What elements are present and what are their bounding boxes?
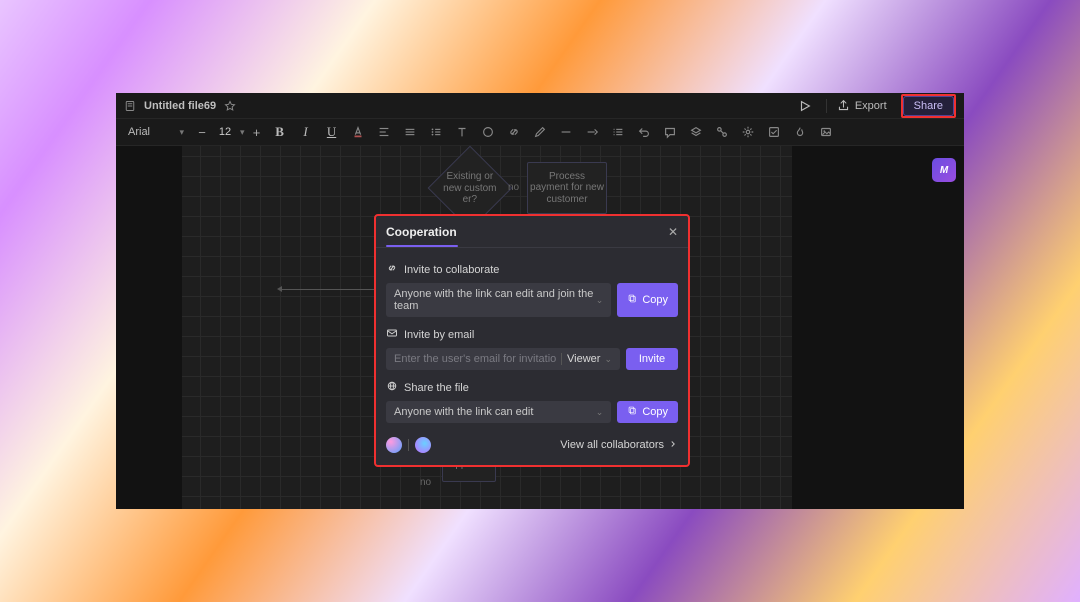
copy-label: Copy xyxy=(642,406,668,418)
share-permission-value: Anyone with the link can edit xyxy=(394,406,533,418)
link-permission-select[interactable]: Anyone with the link can edit and join t… xyxy=(386,283,611,317)
star-icon[interactable] xyxy=(224,100,236,112)
more-list-button[interactable] xyxy=(607,121,629,143)
canvas-margin-left xyxy=(116,146,182,509)
copy-icon xyxy=(627,405,638,419)
link-icon xyxy=(386,262,398,277)
formatting-toolbar: Arial ▾ − 12 ▾ + B I U xyxy=(116,119,964,146)
export-button[interactable]: Export xyxy=(837,99,887,112)
chevron-down-icon: ⌄ xyxy=(604,354,612,365)
link-button[interactable] xyxy=(503,121,525,143)
canvas-margin-right xyxy=(792,146,964,509)
copy-label: Copy xyxy=(642,294,668,306)
copy-icon xyxy=(627,293,638,307)
shape-circle-button[interactable] xyxy=(477,121,499,143)
file-name[interactable]: Untitled file69 xyxy=(144,100,216,112)
globe-icon xyxy=(386,380,398,395)
comment-button[interactable] xyxy=(659,121,681,143)
chevron-right-icon xyxy=(668,439,678,452)
close-icon[interactable]: ✕ xyxy=(668,225,678,239)
flowchart-edge-label: no xyxy=(420,477,431,488)
check-button[interactable] xyxy=(763,121,785,143)
invite-link-header: Invite to collaborate xyxy=(404,264,499,276)
invite-email-header: Invite by email xyxy=(404,329,474,341)
collaborator-avatars xyxy=(386,437,431,453)
copy-share-button[interactable]: Copy xyxy=(617,401,678,423)
cooperation-modal: Cooperation ✕ Invite to collaborate Anyo… xyxy=(374,214,690,467)
share-label: Share xyxy=(914,100,943,112)
link-permission-value: Anyone with the link can edit and join t… xyxy=(394,288,596,312)
brand-badge[interactable]: M xyxy=(932,158,956,182)
flowchart-process[interactable]: Process payment for new customer xyxy=(527,162,607,214)
flowchart-edge-label: no xyxy=(508,182,519,193)
flowchart-decision-text: Existing or new custom er? xyxy=(443,171,497,206)
separator xyxy=(408,439,409,451)
role-value: Viewer xyxy=(567,353,600,365)
fire-icon[interactable] xyxy=(789,121,811,143)
share-button[interactable]: Share xyxy=(903,96,954,116)
role-select[interactable]: Viewer ⌄ xyxy=(567,353,614,365)
brand-badge-label: M xyxy=(940,165,948,176)
font-family-value: Arial xyxy=(128,126,150,138)
connect-button[interactable] xyxy=(711,121,733,143)
layers-button[interactable] xyxy=(685,121,707,143)
list-button[interactable] xyxy=(425,121,447,143)
copy-link-button[interactable]: Copy xyxy=(617,283,678,317)
arrow-head-icon xyxy=(277,286,282,292)
edit-button[interactable] xyxy=(529,121,551,143)
flowchart-process-text: Process payment for new customer xyxy=(530,171,604,206)
separator xyxy=(561,353,562,365)
modal-title: Cooperation xyxy=(386,225,457,239)
text-tool-button[interactable] xyxy=(451,121,473,143)
invite-button[interactable]: Invite xyxy=(626,348,678,370)
undo-button[interactable] xyxy=(633,121,655,143)
underline-button[interactable]: U xyxy=(321,121,343,143)
email-input-wrap: Viewer ⌄ xyxy=(386,348,620,370)
chevron-down-icon: ⌄ xyxy=(596,295,604,306)
settings-button[interactable] xyxy=(737,121,759,143)
export-label: Export xyxy=(855,100,887,112)
invite-label: Invite xyxy=(639,353,665,365)
chevron-down-icon: ▾ xyxy=(179,127,184,138)
chevron-down-icon: ⌄ xyxy=(596,407,604,418)
export-icon xyxy=(837,99,850,112)
image-button[interactable] xyxy=(815,121,837,143)
align-button[interactable] xyxy=(373,121,395,143)
bold-button[interactable]: B xyxy=(269,121,291,143)
separator xyxy=(826,99,827,113)
font-size-value[interactable]: 12 xyxy=(214,126,236,138)
font-family-select[interactable]: Arial ▾ xyxy=(122,124,190,140)
view-all-label: View all collaborators xyxy=(560,439,664,451)
spacing-button[interactable] xyxy=(399,121,421,143)
chevron-down-icon[interactable]: ▾ xyxy=(240,127,245,138)
document-icon xyxy=(124,100,136,112)
arrow-style-button[interactable] xyxy=(581,121,603,143)
line-style-button[interactable] xyxy=(555,121,577,143)
font-size-increase[interactable]: + xyxy=(249,125,265,140)
font-size-decrease[interactable]: − xyxy=(194,125,210,140)
play-icon[interactable] xyxy=(794,95,816,117)
titlebar: Untitled file69 Export Share xyxy=(116,93,964,119)
avatar[interactable] xyxy=(415,437,431,453)
share-permission-select[interactable]: Anyone with the link can edit ⌄ xyxy=(386,401,611,423)
text-color-button[interactable] xyxy=(347,121,369,143)
avatar[interactable] xyxy=(386,437,402,453)
view-all-collaborators[interactable]: View all collaborators xyxy=(560,439,678,452)
share-file-header: Share the file xyxy=(404,382,469,394)
email-field[interactable] xyxy=(394,348,556,370)
italic-button[interactable]: I xyxy=(295,121,317,143)
mail-icon xyxy=(386,327,398,342)
